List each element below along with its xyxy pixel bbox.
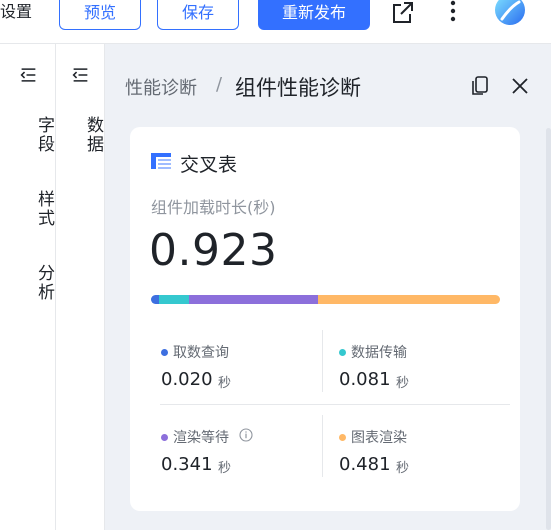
breadcrumb-separator: / — [216, 74, 223, 95]
external-link-icon[interactable] — [390, 0, 414, 26]
table-icon — [151, 153, 171, 169]
more-options-icon[interactable] — [441, 0, 465, 26]
app-logo-icon[interactable] — [493, 0, 527, 26]
collapse-icon[interactable] — [0, 66, 55, 84]
breakdown-segment — [151, 295, 159, 304]
data-rail: 数据 — [56, 44, 105, 530]
rail-tab-analysis[interactable]: 分析 — [0, 264, 55, 302]
settings-button[interactable]: 设置 — [0, 0, 32, 28]
top-toolbar: 设置 预览 保存 重新发布 — [0, 0, 551, 44]
legend-dot — [161, 434, 168, 441]
rail-tab-style[interactable]: 样式 — [0, 190, 55, 228]
load-time-label: 组件加载时长(秒) — [151, 198, 276, 217]
stat-label: 数据传输 — [351, 345, 407, 361]
stat-chart-render: 图表渲染 0.481 秒 — [339, 427, 489, 477]
component-card: 交叉表 组件加载时长(秒) 0.923 取数查询 0.020 秒 数据传输 0.… — [130, 127, 520, 511]
rail-tab-data[interactable]: 数据 — [56, 116, 104, 154]
copy-icon[interactable] — [470, 75, 490, 97]
rail-tab-fields[interactable]: 字段 — [0, 116, 55, 154]
info-icon[interactable] — [239, 428, 253, 442]
diagnosis-panel: 性能诊断 / 组件性能诊断 交叉表 组件加载时长(秒) 0.923 取数查询 0… — [105, 44, 551, 530]
load-time-breakdown-bar — [151, 295, 500, 304]
stat-label: 取数查询 — [173, 345, 229, 361]
breakdown-segment — [189, 295, 319, 304]
stat-value: 0.341 — [161, 454, 213, 475]
property-rail: 字段 样式 分析 — [0, 44, 56, 530]
republish-button[interactable]: 重新发布 — [258, 0, 370, 30]
stat-value: 0.481 — [339, 454, 391, 475]
collapse-icon[interactable] — [56, 66, 104, 84]
divider — [322, 330, 323, 392]
breakdown-segment — [318, 295, 500, 304]
stat-unit: 秒 — [218, 376, 232, 391]
breadcrumb-parent[interactable]: 性能诊断 — [125, 74, 197, 100]
stat-unit: 秒 — [396, 461, 410, 476]
stat-value: 0.081 — [339, 369, 391, 390]
save-button[interactable]: 保存 — [157, 0, 239, 30]
stat-label: 图表渲染 — [351, 430, 407, 446]
legend-dot — [161, 349, 168, 356]
stat-unit: 秒 — [396, 376, 410, 391]
panel-scrollbar[interactable] — [546, 128, 551, 530]
close-icon[interactable] — [510, 76, 530, 96]
stat-unit: 秒 — [218, 461, 232, 476]
preview-button[interactable]: 预览 — [59, 0, 141, 30]
divider — [322, 415, 323, 477]
breakdown-segment — [158, 295, 190, 304]
component-name: 交叉表 — [180, 154, 238, 176]
stat-render-wait: 渲染等待 0.341 秒 — [161, 427, 311, 477]
stat-label: 渲染等待 — [173, 430, 229, 446]
stat-query: 取数查询 0.020 秒 — [161, 342, 311, 392]
load-time-value: 0.923 — [149, 225, 278, 276]
divider — [160, 404, 510, 405]
page-title: 组件性能诊断 — [235, 76, 361, 100]
legend-dot — [339, 349, 346, 356]
stat-transfer: 数据传输 0.081 秒 — [339, 342, 489, 392]
legend-dot — [339, 434, 346, 441]
stat-value: 0.020 — [161, 369, 213, 390]
